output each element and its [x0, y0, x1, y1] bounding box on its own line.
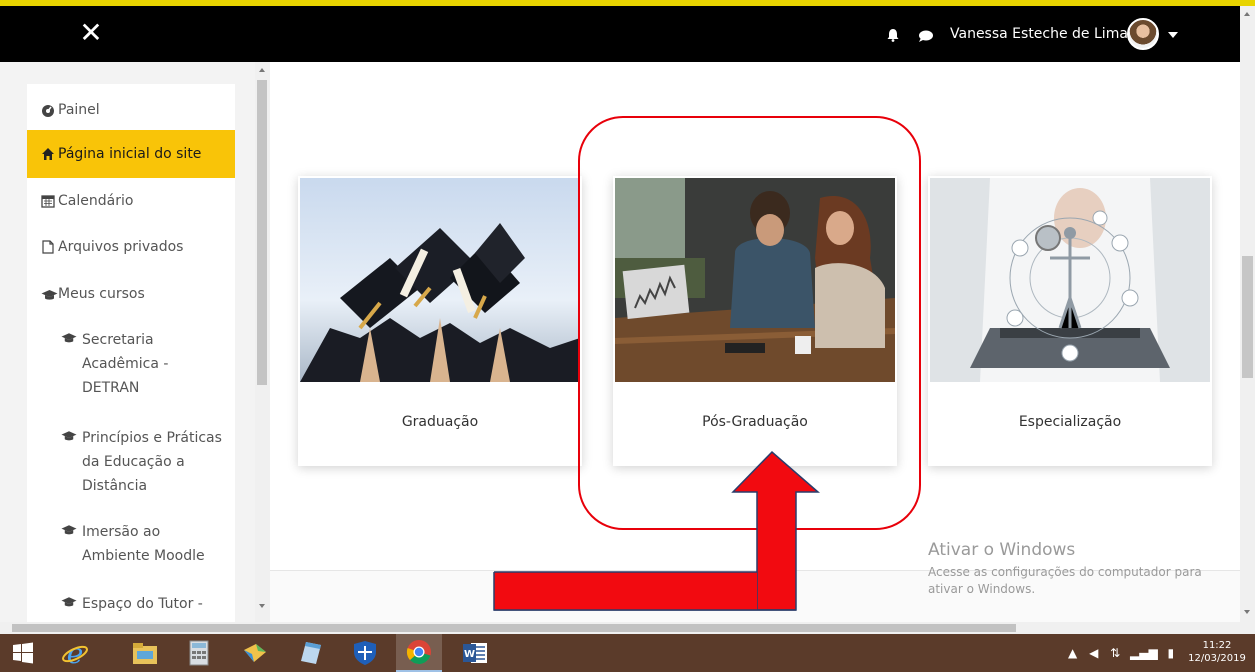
medical-tech-photo	[930, 178, 1210, 382]
nav-drawer-panel: Painel Página inicial do site Calendário	[27, 84, 235, 624]
watermark-text-line-2: ativar o Windows.	[928, 582, 1036, 596]
page-scrollbar[interactable]	[1240, 6, 1255, 622]
scrollbar-thumb[interactable]	[12, 624, 1016, 632]
scroll-down-icon[interactable]	[259, 604, 265, 608]
svg-text:e: e	[67, 639, 84, 667]
signal-icon[interactable]: ▂▄▆	[1130, 646, 1158, 660]
moodle-window: ✕ Vanessa Esteche de Lima Painel Página …	[0, 0, 1255, 672]
graduation-cap-icon	[61, 333, 77, 343]
card-caption: Graduação	[401, 414, 479, 430]
nav-item-label: Arquivos privados	[58, 239, 184, 255]
internet-explorer-icon[interactable]: e	[52, 634, 98, 672]
business-meeting-photo	[615, 178, 895, 382]
calculator-icon[interactable]	[176, 634, 222, 672]
course-card-pos-graduacao[interactable]: Pós-Graduação	[613, 176, 897, 466]
course-item-imersao[interactable]: Imersão ao Ambiente Moodle	[27, 520, 235, 572]
clock-time: 11:22	[1202, 640, 1232, 651]
nav-item-site-home[interactable]: Página inicial do site	[27, 130, 235, 178]
graduation-cap-icon	[61, 525, 77, 535]
clock-date: 12/03/2019	[1188, 653, 1246, 664]
graduation-cap-icon	[41, 290, 58, 300]
graduation-cap-icon	[61, 597, 77, 607]
card-caption: Especialização	[1018, 414, 1122, 430]
nav-item-my-courses[interactable]: Meus cursos	[27, 283, 235, 307]
nav-item-painel[interactable]: Painel	[27, 98, 235, 124]
network-icon[interactable]: ⇅	[1110, 646, 1120, 660]
course-item-secretaria[interactable]: Secretaria Acadêmica - DETRAN	[27, 328, 235, 404]
course-label: Princípios e Práticas da Educação a Dist…	[82, 430, 222, 494]
dashboard-icon	[42, 105, 54, 117]
windows-start-icon[interactable]	[0, 634, 46, 672]
nav-item-label: Painel	[58, 102, 100, 118]
watermark-title: Ativar o Windows	[928, 540, 1076, 560]
horizontal-scrollbar[interactable]	[0, 622, 1255, 634]
nav-item-calendar[interactable]: Calendário	[27, 190, 235, 214]
card-caption: Pós-Graduação	[702, 414, 808, 430]
svg-text:W: W	[464, 649, 475, 660]
paint-icon[interactable]	[232, 634, 278, 672]
user-name[interactable]: Vanessa Esteche de Lima	[950, 26, 1128, 42]
file-explorer-icon[interactable]	[122, 634, 168, 672]
windows-activation-watermark: Ativar o Windows Acesse as configurações…	[928, 540, 1218, 598]
notes-icon[interactable]	[288, 634, 334, 672]
sidebar-scrollbar[interactable]	[255, 62, 270, 622]
taskbar-clock[interactable]: 11:22 12/03/2019	[1186, 639, 1248, 665]
file-icon	[42, 240, 54, 254]
course-item-principios[interactable]: Princípios e Práticas da Educação a Dist…	[27, 426, 235, 502]
scroll-up-icon[interactable]	[1244, 12, 1250, 16]
watermark-text-line-1: Acesse as configurações do computador pa…	[928, 565, 1202, 579]
avatar[interactable]	[1127, 18, 1159, 50]
bell-icon[interactable]	[886, 28, 900, 42]
security-shield-icon[interactable]	[342, 634, 388, 672]
course-label: Imersão ao Ambiente Moodle	[82, 524, 205, 564]
nav-drawer: Painel Página inicial do site Calendário	[0, 62, 255, 624]
battery-icon[interactable]: ▮	[1168, 646, 1175, 660]
scrollbar-thumb[interactable]	[257, 80, 267, 385]
course-card-especializacao[interactable]: Especialização	[928, 176, 1212, 466]
chrome-icon[interactable]	[396, 634, 442, 672]
course-label: Secretaria Acadêmica - DETRAN	[82, 332, 169, 396]
nav-item-private-files[interactable]: Arquivos privados	[27, 236, 235, 260]
nav-item-label: Meus cursos	[58, 286, 145, 302]
course-label: Espaço do Tutor -	[82, 596, 203, 612]
nav-item-label: Página inicial do site	[58, 146, 202, 162]
scroll-up-icon[interactable]	[259, 68, 265, 72]
chat-icon[interactable]	[918, 30, 934, 42]
system-tray: ▲ ◀ ⇅ ▂▄▆ ▮	[1068, 646, 1174, 660]
user-menu-caret-icon[interactable]	[1168, 32, 1178, 38]
graduation-cap-icon	[61, 431, 77, 441]
calendar-icon	[41, 195, 55, 208]
volume-icon[interactable]: ◀	[1089, 646, 1098, 660]
course-card-graduacao[interactable]: Graduação	[298, 176, 582, 466]
windows-taskbar: e W ▲ ◀ ⇅ ▂▄▆ ▮ 11:22 12/03/2019	[0, 634, 1255, 672]
home-icon	[42, 148, 54, 160]
graduation-caps-photo	[300, 178, 580, 382]
word-icon[interactable]: W	[452, 634, 498, 672]
scroll-down-icon[interactable]	[1244, 610, 1250, 614]
scrollbar-thumb[interactable]	[1242, 256, 1253, 378]
tray-chevron-up-icon[interactable]: ▲	[1068, 646, 1077, 660]
close-drawer-button[interactable]: ✕	[76, 18, 106, 48]
nav-item-label: Calendário	[58, 193, 134, 209]
top-navbar: ✕ Vanessa Esteche de Lima	[0, 6, 1255, 62]
course-item-espaco-tutor[interactable]: Espaço do Tutor -	[27, 592, 235, 618]
